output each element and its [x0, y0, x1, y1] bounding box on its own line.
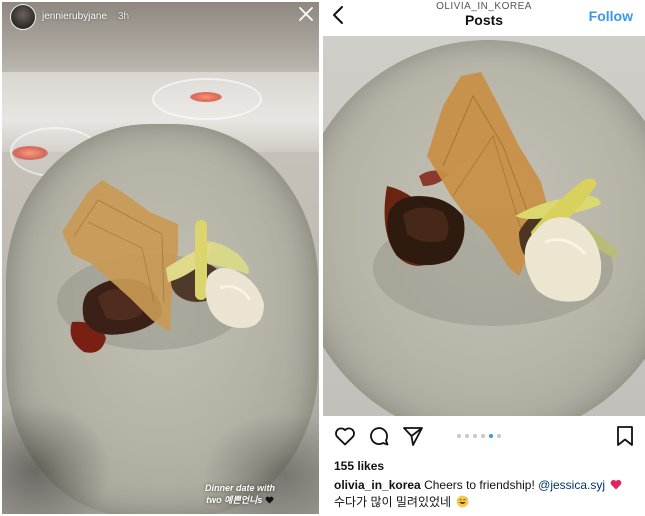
carousel-dot: [465, 434, 469, 438]
carousel-dot: [497, 434, 501, 438]
shadow: [2, 402, 112, 514]
caption-username[interactable]: olivia_in_korea: [334, 478, 421, 492]
caption-text-line2: 수다가 많이 밀려있었네: [334, 495, 452, 509]
story-username[interactable]: jennierubyjane: [42, 11, 107, 22]
share-icon[interactable]: [401, 424, 425, 448]
story-caption: Dinner date with two 예쁜언니s: [190, 482, 290, 506]
post-caption-line2: 수다가 많이 밀려있었네: [334, 493, 469, 510]
close-icon[interactable]: [298, 6, 314, 22]
story-caption-line2: two 예쁜언니s: [206, 495, 263, 505]
top-bar: OLIVIA_IN_KOREA Posts Follow: [323, 0, 645, 34]
grinning-sweat-icon: [457, 495, 469, 508]
story-timestamp: 3h: [118, 11, 130, 22]
story-header: jennierubyjane 3h: [2, 2, 319, 32]
action-bar: [323, 424, 645, 450]
comment-icon[interactable]: [367, 424, 391, 448]
avatar[interactable]: [10, 4, 36, 30]
likes-count[interactable]: 155 likes: [334, 459, 384, 473]
follow-button[interactable]: Follow: [589, 8, 633, 24]
story-panel: jennierubyjane 3h Dinner date with two 예…: [2, 2, 319, 514]
post-panel: OLIVIA_IN_KOREA Posts Follow 155 likes o…: [323, 0, 645, 516]
caption-mention[interactable]: @jessica.syj: [538, 478, 605, 492]
dish-illustration: [373, 72, 618, 326]
post-caption: olivia_in_korea Cheers to friendship! @j…: [334, 478, 639, 492]
carousel-dot: [457, 434, 461, 438]
caption-text: Cheers to friendship!: [424, 478, 535, 492]
red-heart-icon: [611, 479, 622, 490]
story-caption-line1: Dinner date with: [204, 483, 275, 493]
carousel-indicator: [457, 434, 501, 438]
bookmark-icon[interactable]: [613, 424, 637, 448]
post-photo[interactable]: [323, 36, 645, 416]
carousel-dot-active: [489, 434, 493, 438]
carousel-dot: [481, 434, 485, 438]
heart-icon[interactable]: [333, 424, 357, 448]
carousel-dot: [473, 434, 477, 438]
black-heart-icon: [265, 496, 274, 504]
